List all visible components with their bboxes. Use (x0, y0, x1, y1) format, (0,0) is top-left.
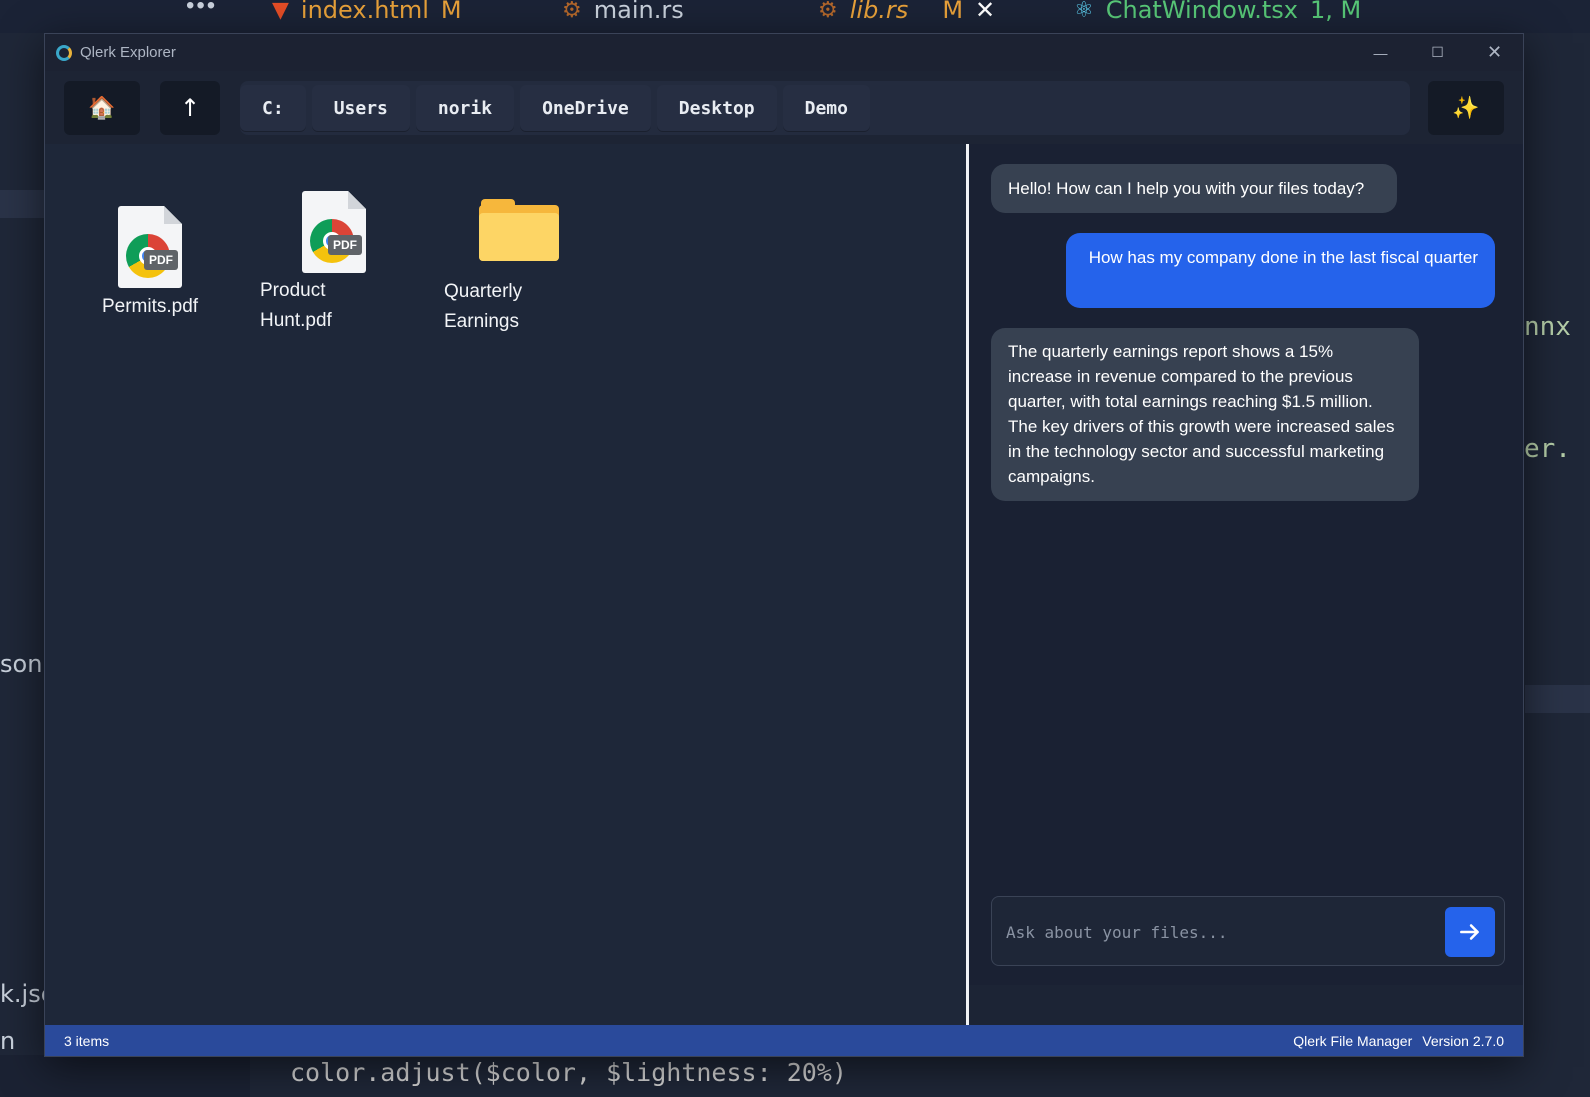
pdf-icon: PDF (118, 206, 182, 288)
chat-footer (969, 985, 1523, 1025)
editor-tab-status: 1, M (1310, 0, 1362, 24)
chat-input[interactable] (1004, 911, 1428, 953)
explorer-fragment: son (0, 650, 43, 678)
status-right: Qlerk File Manager Version 2.7.0 (1293, 1033, 1504, 1049)
arrow-right-icon (1460, 924, 1479, 940)
file-item-quarterly-earnings-folder[interactable]: Quarterly Earnings (444, 199, 564, 337)
close-button[interactable]: ✕ (1466, 34, 1523, 71)
editor-sidebar-footer (0, 1055, 250, 1097)
qlerk-explorer-window: Qlerk Explorer — ☐ ✕ 🏠 ↑ C: Users norik … (44, 33, 1524, 1057)
chat-panel: Hello! How can I help you with your file… (969, 144, 1523, 985)
chat-message-assistant: The quarterly earnings report shows a 15… (991, 328, 1419, 501)
maximize-button[interactable]: ☐ (1409, 34, 1466, 71)
window-controls: — ☐ ✕ (1352, 34, 1523, 71)
folder-icon (479, 199, 559, 263)
pdf-badge: PDF (328, 235, 362, 255)
app-name: Qlerk File Manager (1293, 1033, 1413, 1049)
chat-message-user: How has my company done in the last fisc… (1066, 233, 1495, 308)
file-name: Product Hunt.pdf (260, 280, 332, 331)
arrow-up-icon: ↑ (179, 94, 201, 122)
code-fragment: er. (1524, 434, 1571, 464)
breadcrumb-item-desktop[interactable]: Desktop (656, 85, 777, 131)
editor-tab-status: M (942, 0, 964, 24)
editor-tab-lib-rs[interactable]: ⚙ lib.rs M ✕ (818, 0, 995, 26)
editor-tab-label: ChatWindow.tsx (1105, 0, 1298, 24)
file-name: Quarterly Earnings (444, 281, 523, 332)
breadcrumb-item-users[interactable]: Users (311, 85, 410, 131)
file-grid: PDF Permits.pdf PDF Product Hunt.pdf Qua… (45, 144, 966, 1025)
code-fragment: color.adjust($color, $lightness: 20%) (290, 1058, 847, 1087)
home-button[interactable]: 🏠 (64, 81, 140, 135)
breadcrumb-item-onedrive[interactable]: OneDrive (520, 85, 651, 131)
chat-input-container (991, 896, 1505, 966)
react-icon: ⚛ (1074, 0, 1094, 23)
more-tabs-icon[interactable]: ••• (186, 0, 217, 20)
window-title: Qlerk Explorer (80, 44, 176, 61)
chat-message-assistant: Hello! How can I help you with your file… (991, 164, 1397, 213)
item-count: 3 items (64, 1033, 110, 1049)
editor-tab-label: index.html (300, 0, 429, 24)
title-bar[interactable]: Qlerk Explorer — ☐ ✕ (45, 34, 1523, 71)
editor-tab-bar: ••• ▼ index.html M ⚙ main.rs ⚙ lib.rs M … (0, 0, 1590, 33)
file-item-permits-pdf[interactable]: PDF Permits.pdf (100, 206, 200, 322)
breadcrumb-item-demo[interactable]: Demo (782, 85, 870, 131)
editor-tab-chatwindow-tsx[interactable]: ⚛ ChatWindow.tsx 1, M (1074, 0, 1361, 26)
editor-line-highlight (1525, 685, 1590, 713)
code-fragment: nnx (1524, 312, 1571, 342)
breadcrumb-item-norik[interactable]: norik (415, 85, 515, 131)
file-name: Permits.pdf (101, 296, 199, 317)
breadcrumb-list: C: Users norik OneDrive Desktop Demo (240, 81, 876, 135)
home-icon: 🏠 (88, 95, 116, 120)
file-item-product-hunt-pdf[interactable]: PDF Product Hunt.pdf (260, 191, 380, 336)
editor-tab-label: main.rs (593, 0, 684, 24)
pdf-badge: PDF (144, 250, 178, 270)
explorer-fragment: n (0, 1027, 16, 1055)
editor-tab-main-rs[interactable]: ⚙ main.rs (562, 0, 684, 26)
app-logo-icon (56, 44, 72, 61)
breadcrumb: C: Users norik OneDrive Desktop Demo (240, 81, 1410, 135)
breadcrumb-item-c[interactable]: C: (240, 85, 306, 131)
editor-tab-label: lib.rs (849, 0, 909, 24)
up-directory-button[interactable]: ↑ (160, 81, 220, 135)
status-bar: 3 items Qlerk File Manager Version 2.7.0 (45, 1025, 1523, 1056)
rust-icon: ⚙ (562, 0, 582, 23)
send-button[interactable] (1445, 907, 1495, 957)
ai-assistant-button[interactable]: ✨ (1428, 81, 1504, 135)
app-version: Version 2.7.0 (1422, 1033, 1504, 1049)
sparkles-icon: ✨ (1452, 95, 1480, 120)
editor-tab-status: M (440, 0, 462, 24)
rust-icon: ⚙ (818, 0, 838, 23)
html5-icon: ▼ (272, 0, 289, 23)
editor-tab-index-html[interactable]: ▼ index.html M (272, 0, 462, 26)
minimize-button[interactable]: — (1352, 34, 1409, 71)
close-tab-icon[interactable]: ✕ (975, 0, 995, 24)
editor-line-highlight (0, 190, 44, 218)
pdf-icon: PDF (302, 191, 366, 273)
